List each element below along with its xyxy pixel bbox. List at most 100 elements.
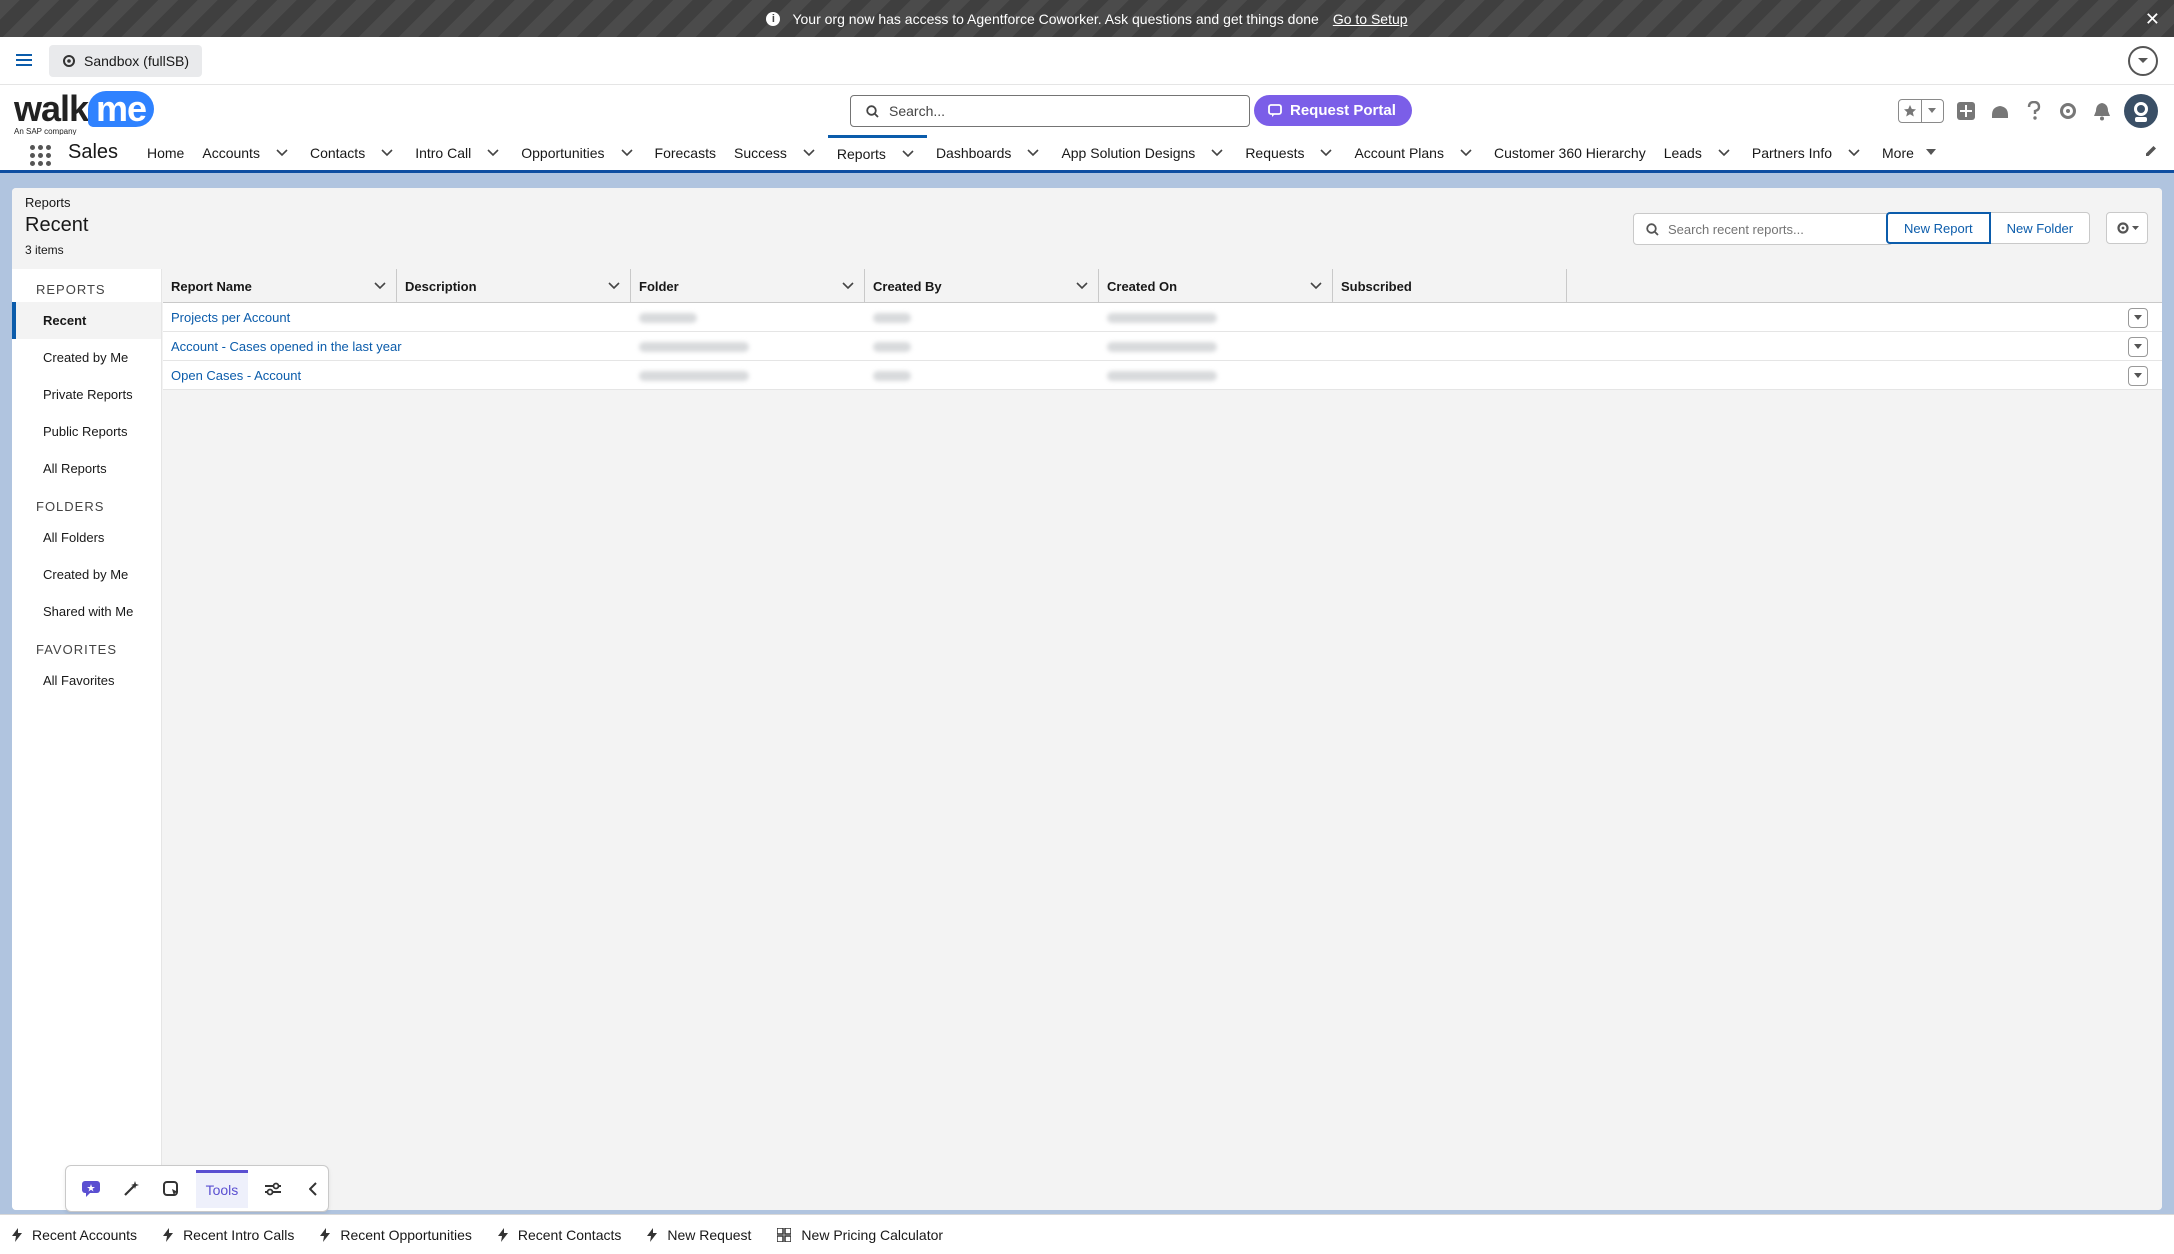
menu-icon[interactable] bbox=[16, 53, 32, 67]
cell-folder-redacted bbox=[631, 303, 865, 332]
utility-item-new-pricing-calculator[interactable]: New Pricing Calculator bbox=[777, 1227, 943, 1243]
walkme-logo[interactable]: walk me An SAP company bbox=[14, 91, 155, 136]
notifications-bell-icon[interactable] bbox=[2090, 99, 2114, 123]
chevron-down-icon[interactable] bbox=[1027, 148, 1040, 157]
nav-item-reports[interactable]: Reports bbox=[827, 135, 927, 170]
chat-bubble-icon[interactable] bbox=[76, 1174, 106, 1204]
row-actions-dropdown-button[interactable] bbox=[2128, 307, 2148, 328]
star-icon[interactable] bbox=[1899, 100, 1921, 122]
magic-wand-icon[interactable] bbox=[116, 1174, 146, 1204]
chevron-down-icon[interactable] bbox=[1076, 282, 1088, 290]
utility-item-new-request[interactable]: New Request bbox=[647, 1227, 751, 1243]
column-header-created-on[interactable]: Created On bbox=[1099, 269, 1333, 303]
sidebar-folders-shared-with-me[interactable]: Shared with Me bbox=[12, 593, 161, 630]
edit-nav-pencil-icon[interactable] bbox=[2144, 144, 2158, 158]
chevron-down-icon[interactable] bbox=[1460, 148, 1472, 157]
item-count: 3 items bbox=[25, 243, 64, 257]
go-to-setup-link[interactable]: Go to Setup bbox=[1333, 11, 1408, 27]
chevron-down-icon[interactable] bbox=[1848, 148, 1860, 157]
nav-item-app-solution-designs[interactable]: App Solution Designs bbox=[1052, 135, 1236, 170]
nav-item-contacts[interactable]: Contacts bbox=[301, 135, 406, 170]
help-icon[interactable] bbox=[2022, 99, 2046, 123]
user-avatar[interactable] bbox=[2124, 94, 2158, 128]
column-header-created-by[interactable]: Created By bbox=[865, 269, 1099, 303]
close-icon[interactable]: ✕ bbox=[2145, 9, 2160, 30]
new-report-button[interactable]: New Report bbox=[1886, 212, 1991, 244]
nav-item-opportunities[interactable]: Opportunities bbox=[512, 135, 645, 170]
collapse-chevron-left-icon[interactable] bbox=[298, 1174, 328, 1204]
row-actions-dropdown-button[interactable] bbox=[2128, 336, 2148, 357]
sliders-icon[interactable] bbox=[258, 1174, 288, 1204]
sidebar-folders-created-by-me[interactable]: Created by Me bbox=[12, 556, 161, 593]
chevron-down-icon[interactable] bbox=[803, 148, 815, 157]
nav-item-dashboards[interactable]: Dashboards bbox=[927, 135, 1053, 170]
app-launcher-icon[interactable] bbox=[30, 145, 51, 166]
utility-item-recent-accounts[interactable]: Recent Accounts bbox=[12, 1227, 137, 1243]
sidebar-folders-all-folders[interactable]: All Folders bbox=[12, 519, 161, 556]
trailhead-icon[interactable] bbox=[1988, 99, 2012, 123]
add-icon[interactable] bbox=[1954, 99, 1978, 123]
request-portal-button[interactable]: Request Portal bbox=[1254, 95, 1412, 126]
column-header-subscribed[interactable]: Subscribed bbox=[1333, 269, 1567, 303]
redacted-value bbox=[873, 370, 911, 381]
nav-item-label: Intro Call bbox=[415, 144, 472, 161]
cell-report-name: Account - Cases opened in the last year bbox=[163, 332, 631, 361]
chevron-down-icon[interactable] bbox=[1718, 148, 1730, 157]
utility-item-recent-opportunities[interactable]: Recent Opportunities bbox=[320, 1227, 472, 1243]
column-header-folder[interactable]: Folder bbox=[631, 269, 865, 303]
search-recent-reports-input[interactable]: Search recent reports... bbox=[1633, 213, 1893, 245]
sidebar-favorites-all-favorites[interactable]: All Favorites bbox=[12, 662, 161, 699]
sidebar-reports-private-reports[interactable]: Private Reports bbox=[12, 376, 161, 413]
reports-sidebar: REPORTS Recent Created by Me Private Repor… bbox=[12, 269, 162, 1210]
list-settings-button[interactable] bbox=[2106, 212, 2148, 244]
row-actions-dropdown-button[interactable] bbox=[2128, 365, 2148, 386]
redacted-value bbox=[639, 312, 697, 323]
sandbox-label[interactable]: Sandbox (fullSB) bbox=[49, 45, 203, 77]
global-search-input[interactable]: Search... bbox=[850, 95, 1250, 127]
chevron-down-icon[interactable] bbox=[608, 282, 620, 290]
chevron-down-icon[interactable] bbox=[381, 148, 393, 157]
nav-item-intro-call[interactable]: Intro Call bbox=[406, 135, 512, 170]
report-link[interactable]: Account - Cases opened in the last year bbox=[171, 339, 402, 354]
nav-item-success[interactable]: Success bbox=[725, 135, 828, 170]
cell-subscribed bbox=[1333, 361, 1567, 390]
nav-item-more[interactable]: More bbox=[1873, 135, 1945, 170]
utility-item-recent-intro-calls[interactable]: Recent Intro Calls bbox=[163, 1227, 294, 1243]
nav-item-customer-360-hierarchy[interactable]: Customer 360 Hierarchy bbox=[1485, 135, 1655, 170]
nav-item-accounts[interactable]: Accounts bbox=[193, 135, 301, 170]
sidebar-reports-created-by-me[interactable]: Created by Me bbox=[12, 339, 161, 376]
setup-gear-icon[interactable] bbox=[2056, 99, 2080, 123]
breadcrumb[interactable]: Reports bbox=[25, 195, 71, 210]
reports-table: Report Name Description Folder Created By Cr… bbox=[163, 269, 2162, 1210]
column-header-description[interactable]: Description bbox=[397, 269, 631, 303]
nav-item-forecasts[interactable]: Forecasts bbox=[646, 135, 725, 170]
nav-item-leads[interactable]: Leads bbox=[1655, 135, 1743, 170]
cell-created-on-redacted bbox=[1099, 361, 1333, 390]
tools-tab[interactable]: Tools bbox=[195, 1169, 249, 1208]
nav-item-home[interactable]: Home bbox=[138, 135, 193, 170]
new-folder-button[interactable]: New Folder bbox=[1990, 212, 2091, 244]
chevron-down-icon[interactable] bbox=[620, 148, 633, 157]
refresh-icon[interactable] bbox=[156, 1174, 186, 1204]
sidebar-reports-recent[interactable]: Recent bbox=[12, 302, 161, 339]
nav-item-label: Leads bbox=[1663, 144, 1702, 161]
chevron-down-icon[interactable] bbox=[276, 148, 288, 157]
chevron-down-icon[interactable] bbox=[1211, 148, 1223, 157]
report-link[interactable]: Open Cases - Account bbox=[171, 368, 301, 383]
chevron-down-icon[interactable] bbox=[902, 150, 914, 158]
chevron-down-icon[interactable] bbox=[374, 282, 386, 290]
chevron-down-icon[interactable] bbox=[1320, 148, 1333, 157]
nav-item-account-plans[interactable]: Account Plans bbox=[1345, 135, 1485, 170]
sidebar-reports-public-reports[interactable]: Public Reports bbox=[12, 413, 161, 450]
utility-item-recent-contacts[interactable]: Recent Contacts bbox=[497, 1227, 621, 1243]
sidebar-reports-all-reports[interactable]: All Reports bbox=[12, 450, 161, 487]
sandbox-dropdown-button[interactable] bbox=[2128, 46, 2158, 76]
report-link[interactable]: Projects per Account bbox=[171, 310, 290, 325]
nav-item-partners-info[interactable]: Partners Info bbox=[1743, 135, 1873, 170]
column-header-report-name[interactable]: Report Name bbox=[163, 269, 397, 303]
chevron-down-icon[interactable] bbox=[1310, 282, 1322, 290]
chevron-down-icon[interactable] bbox=[842, 282, 854, 290]
chevron-down-icon[interactable] bbox=[487, 148, 499, 157]
favorites-dropdown-icon[interactable] bbox=[1920, 100, 1944, 122]
nav-item-requests[interactable]: Requests bbox=[1236, 135, 1345, 170]
